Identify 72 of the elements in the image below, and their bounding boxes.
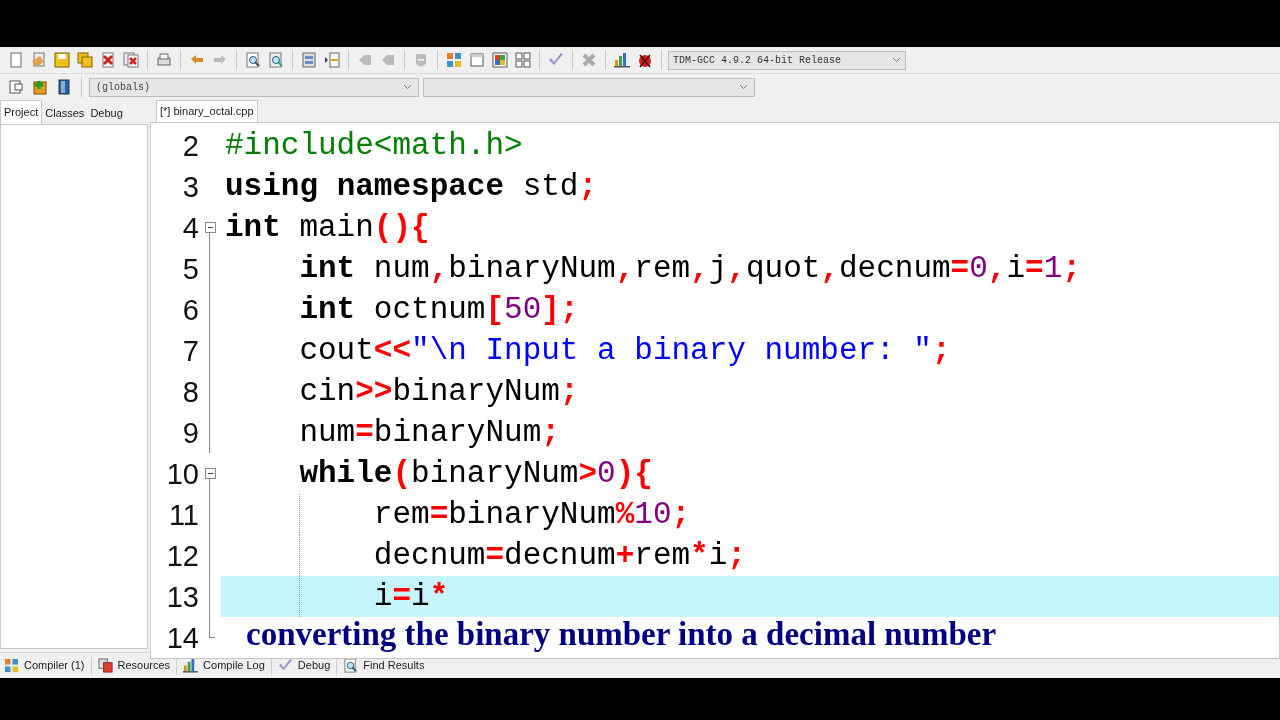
panel-tab[interactable]: Find Results — [341, 654, 427, 677]
print-icon — [156, 52, 172, 68]
line-number: 9 — [181, 417, 199, 448]
squares-button[interactable] — [513, 50, 533, 70]
line-number: 10 — [165, 458, 199, 489]
code-line: rem=binaryNum%10; — [372, 496, 691, 534]
panel-tab[interactable]: Project — [0, 100, 43, 124]
panel-tab[interactable]: Compile Log — [181, 654, 267, 677]
line-number: 7 — [181, 335, 199, 366]
close-file-icon — [100, 52, 116, 68]
code-line: #include<math.h> — [225, 127, 523, 165]
cross-icon — [581, 52, 597, 68]
code-editor[interactable] — [150, 122, 1280, 659]
open-file-icon — [31, 52, 47, 68]
fold-marker[interactable] — [204, 222, 216, 233]
line-number: 3 — [181, 171, 199, 202]
find-replace-icon — [268, 52, 284, 68]
tiles-icon — [492, 52, 508, 68]
line-number: 6 — [181, 294, 199, 325]
fold-marker[interactable] — [204, 468, 216, 479]
subtitle-caption: converting the binary number into a decimal number — [246, 615, 997, 654]
code-line: while(binaryNum>0){ — [298, 455, 653, 493]
line-number: 8 — [181, 376, 199, 407]
scope-select[interactable]: (globals) — [89, 77, 419, 97]
code-line: int num,binaryNum,rem,j,quot,decnum=0,i=1; — [298, 250, 1081, 288]
code-line: using namespace std; — [225, 168, 598, 206]
find-icon — [245, 52, 261, 68]
grid-icon — [4, 658, 19, 673]
line-number: 11 — [167, 499, 199, 530]
code-line: int main(){ — [225, 209, 430, 247]
code-line: cin>>binaryNum; — [298, 373, 579, 411]
code-line: cout<<"\n Input a binary number: "; — [298, 332, 951, 370]
add-icon — [32, 79, 48, 95]
code-line: i=i* — [372, 578, 449, 616]
tiles-button[interactable] — [490, 50, 510, 70]
file-tab[interactable]: [*] binary_octal.cpp — [156, 100, 258, 122]
line-number: 2 — [181, 130, 199, 161]
close-all-button[interactable] — [121, 50, 141, 70]
indent-icon — [324, 52, 340, 68]
line-number: 4 — [181, 212, 199, 243]
new-file-icon — [8, 52, 24, 68]
bar-chart-button[interactable] — [612, 50, 632, 70]
code-line: decnum=decnum+rem*i; — [372, 537, 746, 575]
squares-icon — [515, 52, 531, 68]
grid-button[interactable] — [444, 50, 464, 70]
bookmark-icon — [413, 52, 429, 68]
save-button[interactable] — [52, 50, 72, 70]
window-icon — [469, 52, 485, 68]
code-line: num=binaryNum; — [298, 414, 560, 452]
code-line: int octnum[50]; — [298, 291, 579, 329]
panel-tab[interactable]: Debug — [275, 654, 333, 677]
window-button[interactable] — [467, 50, 487, 70]
save-all-button[interactable] — [75, 50, 95, 70]
compiler-select[interactable]: TDM-GCC 4.9.2 64-bit Release — [668, 50, 906, 70]
bar-chart-icon — [614, 52, 630, 68]
save-icon — [54, 52, 70, 68]
panel-tab[interactable]: Compiler (1) — [2, 654, 87, 677]
line-number: 5 — [181, 253, 199, 284]
line-number: 14 — [165, 622, 199, 653]
book-icon — [56, 79, 72, 95]
line-number: 12 — [165, 540, 199, 571]
save-all-icon — [77, 52, 93, 68]
grid-icon — [446, 52, 462, 68]
line-number: 13 — [165, 581, 199, 612]
back-icon — [357, 52, 373, 68]
forward-icon — [380, 52, 396, 68]
panel-tab[interactable]: Resources — [95, 654, 173, 677]
indent-button[interactable] — [322, 50, 342, 70]
pages-icon — [97, 658, 113, 673]
find-icon — [343, 658, 359, 673]
bar-chart-icon — [183, 658, 199, 673]
close-all-icon — [123, 52, 139, 68]
